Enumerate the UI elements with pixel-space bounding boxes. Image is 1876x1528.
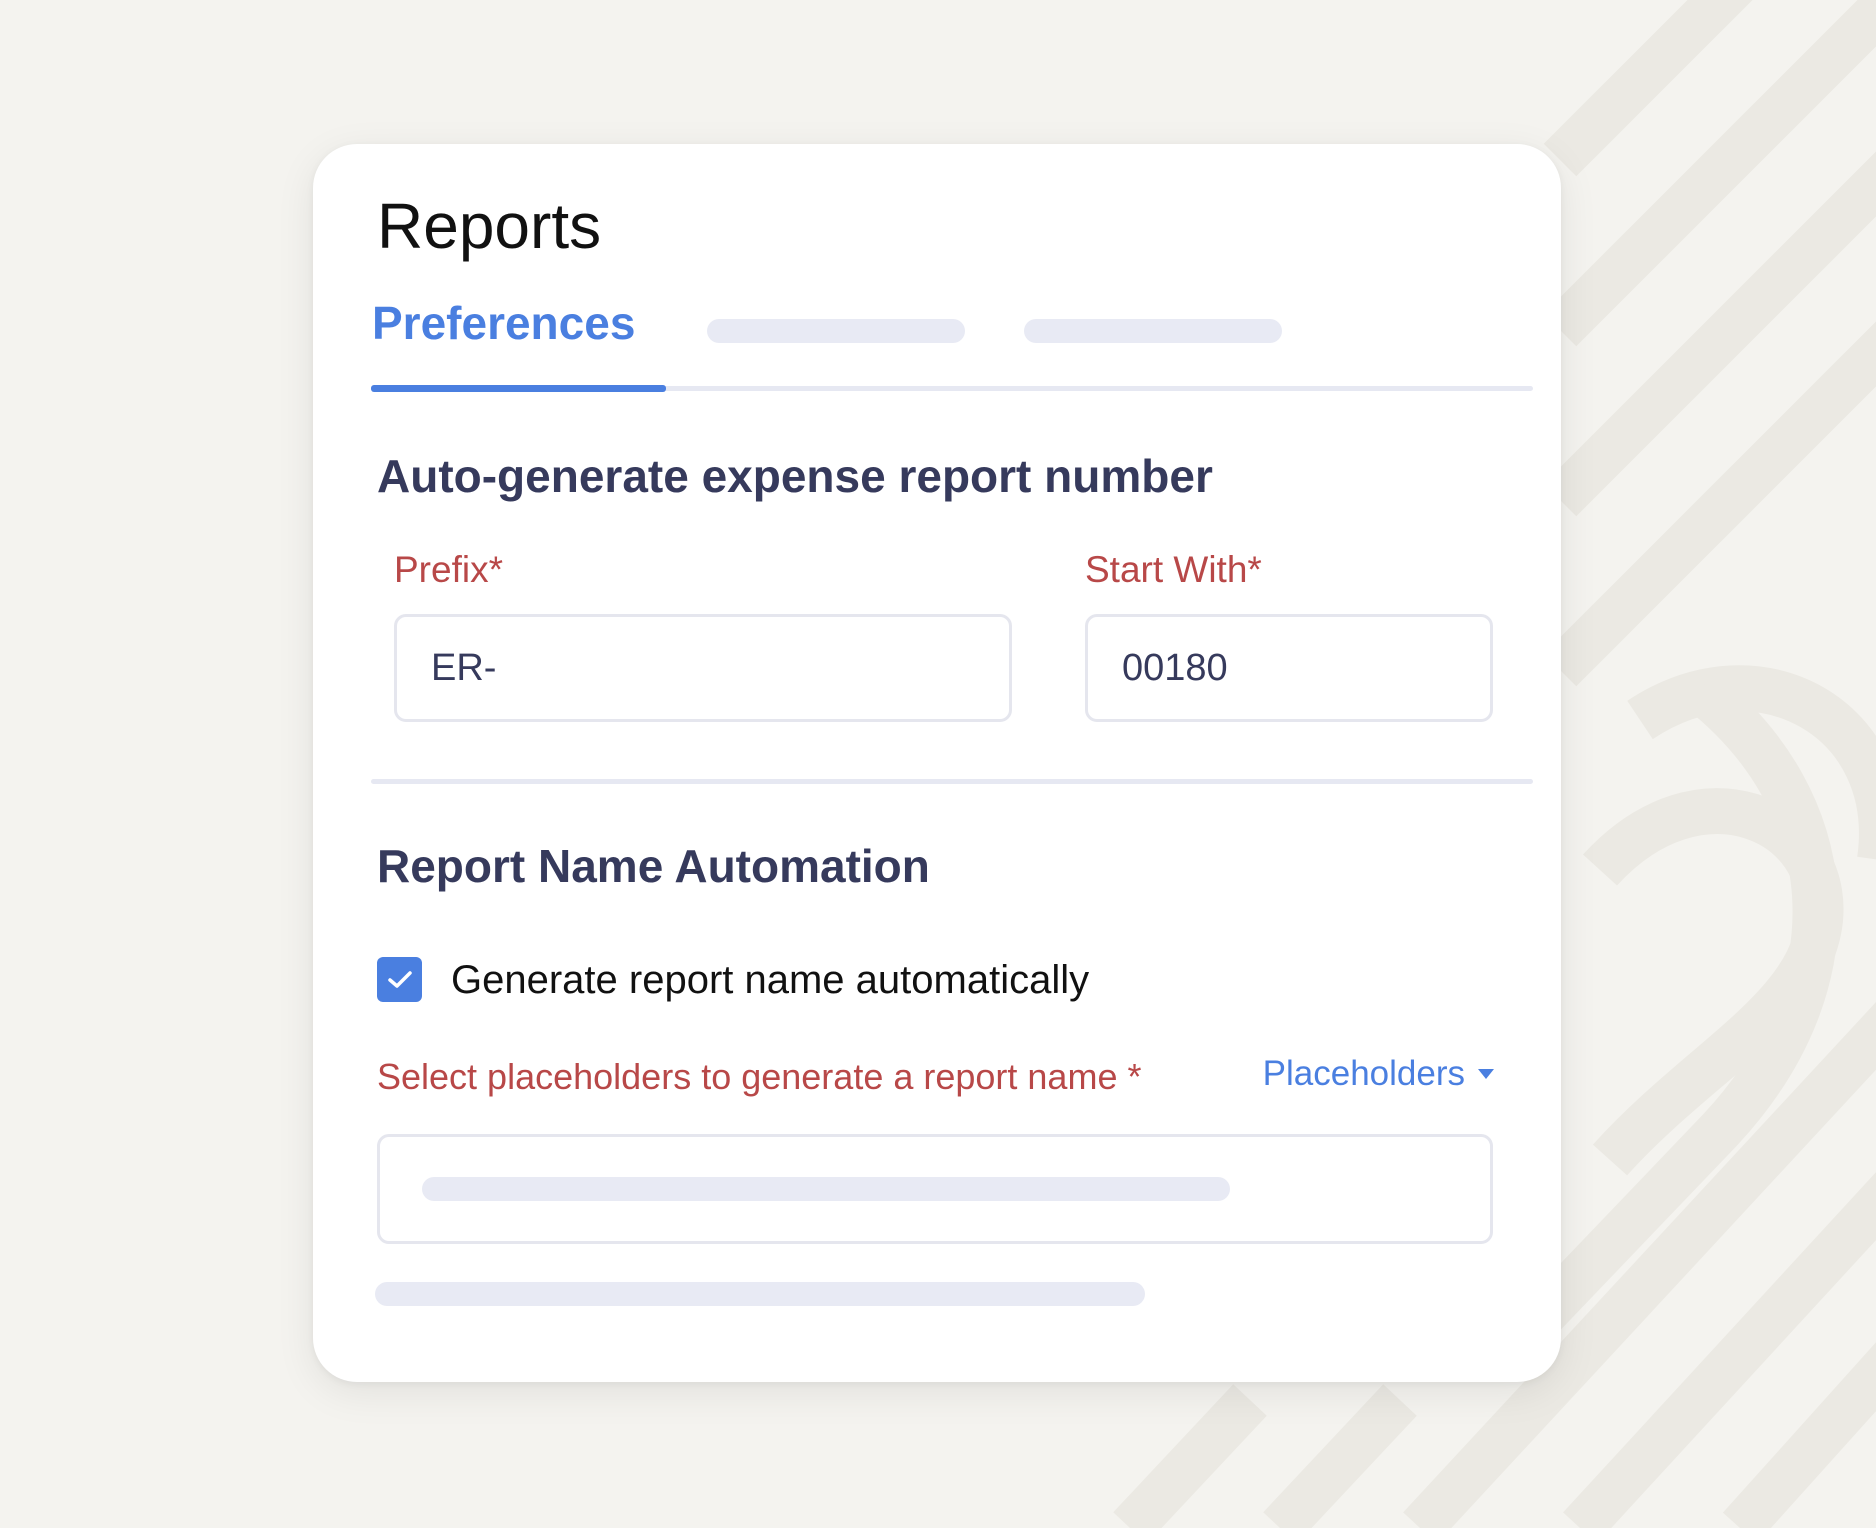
auto-number-heading: Auto-generate expense report number	[377, 450, 1213, 502]
tab-placeholder-3[interactable]	[1024, 319, 1282, 343]
prefix-value: ER-	[431, 646, 497, 689]
placeholders-dropdown[interactable]: Placeholders	[1263, 1053, 1495, 1095]
auto-name-checkbox-label[interactable]: Generate report name automatically	[451, 956, 1089, 1004]
start-with-field[interactable]: 00180	[1085, 614, 1493, 722]
report-name-template-field[interactable]	[377, 1134, 1493, 1244]
skeleton-bar	[422, 1177, 1230, 1201]
tab-preferences[interactable]: Preferences	[372, 296, 635, 351]
reports-card: Reports Preferences Auto-generate expens…	[313, 144, 1561, 1382]
name-automation-heading: Report Name Automation	[377, 840, 930, 892]
start-with-value: 00180	[1122, 646, 1228, 689]
placeholders-dropdown-label: Placeholders	[1262, 1054, 1465, 1093]
check-icon	[387, 970, 412, 988]
auto-name-checkbox[interactable]	[377, 957, 422, 1002]
prefix-field[interactable]: ER-	[394, 614, 1012, 722]
caret-down-icon	[1478, 1069, 1494, 1079]
active-tab-indicator	[371, 385, 666, 392]
prefix-label: Prefix*	[394, 549, 503, 590]
start-with-label: Start With*	[1085, 549, 1262, 590]
page-title: Reports	[377, 190, 602, 262]
placeholder-prompt-label: Select placeholders to generate a report…	[377, 1056, 1142, 1097]
section-divider	[371, 779, 1533, 784]
skeleton-bar	[375, 1282, 1145, 1306]
tab-placeholder-2[interactable]	[707, 319, 965, 343]
